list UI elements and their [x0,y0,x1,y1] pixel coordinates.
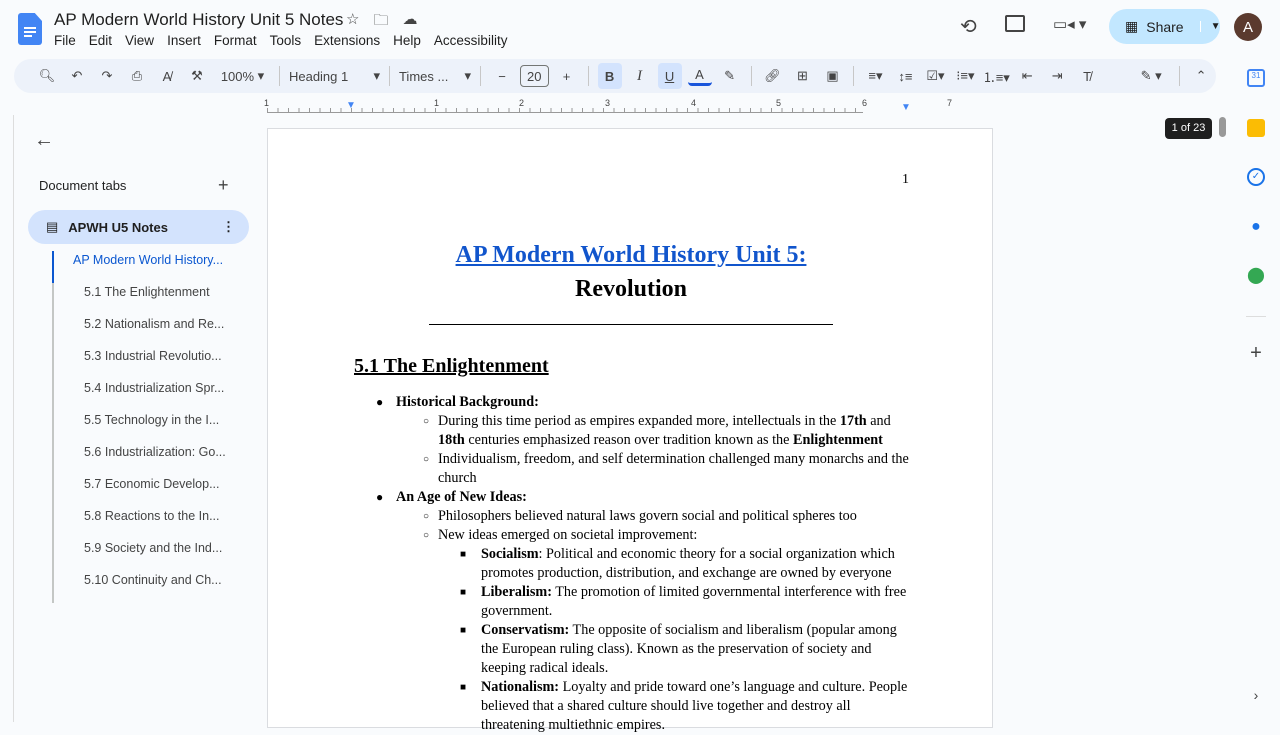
outline-item[interactable]: 5.1 The Enlightenment [54,283,252,315]
horizontal-ruler[interactable]: 1 1 2 3 4 5 6 7 ▼ ▼ [255,96,995,114]
align-center-icon[interactable]: ≡▾ [863,63,887,89]
outline-item[interactable]: 5.3 Industrial Revolutio... [54,347,252,379]
add-comment-icon[interactable]: ⊞ [790,63,814,89]
redo-icon[interactable]: ↷ [95,63,119,89]
font-select[interactable]: Times ... ▾ [399,63,471,89]
search-menus-icon[interactable]: 🔍︎ [35,63,59,89]
contacts-icon[interactable]: ● [1247,218,1265,236]
maps-icon[interactable]: ⬤ [1247,267,1265,285]
docs-logo[interactable] [18,13,42,45]
star-icon[interactable]: ☆ [346,10,359,35]
paint-format-icon[interactable]: ⚒ [185,63,209,89]
document-title[interactable]: AP Modern World History Unit 5 Notes [54,10,343,30]
text-color-button[interactable]: A [687,66,712,86]
document-body: ● Historical Background: ○ During this tim… [376,394,909,733]
highlight-icon[interactable]: ✎ [718,63,742,89]
back-arrow-icon[interactable]: ← [34,129,54,152]
document-page[interactable]: 1 AP Modern World History Unit 5: Revolu… [267,128,994,733]
outline-item[interactable]: 5.7 Economic Develop... [54,475,252,507]
share-dropdown-icon[interactable]: ▼ [1199,21,1221,32]
side-panel: 31 ✓ ● ⬤ + › [1232,60,1280,722]
cloud-saved-icon[interactable]: ☁ [402,10,417,35]
tasks-icon[interactable]: ✓ [1247,168,1265,186]
move-folder-icon[interactable]: 🗀 [373,10,388,35]
share-button[interactable]: ▦ Share ▼ [1109,9,1221,44]
document-icon: ▤ [46,219,59,234]
page-number: 1 [902,172,909,187]
building-icon: ▦ [1125,18,1139,34]
outline-item[interactable]: AP Modern World History... [52,251,252,283]
menu-bar: File Edit View Insert Format Tools Extensions H… [54,33,507,48]
page-indicator: 1 of 23 [1165,118,1212,139]
menu-format[interactable]: Format [214,33,257,48]
left-indent-marker[interactable]: ▼ [346,100,356,111]
insert-image-icon[interactable]: ▣ [820,63,844,89]
clear-formatting-icon[interactable]: T̸ [1075,63,1099,89]
show-side-panel-icon[interactable]: › [1247,687,1265,705]
underline-button[interactable]: U [657,63,682,89]
avatar[interactable]: A [1234,13,1262,41]
more-options-icon[interactable]: ⋮ [222,219,235,235]
checklist-icon[interactable]: ☑▾ [923,63,947,89]
outline-item[interactable]: 5.6 Industrialization: Go... [54,443,252,475]
italic-button[interactable]: I [628,63,652,89]
font-size-input[interactable]: 20 [520,65,549,87]
right-indent-marker[interactable]: ▼ [901,102,911,113]
horizontal-rule [429,324,833,325]
heading-enlightenment: 5.1 The Enlightenment [354,355,549,377]
document-tabs-header: Document tabs [39,178,127,193]
document-tabs-sidebar: ← Document tabs + ▤ APWH U5 Notes ⋮ AP Mod… [14,115,266,722]
menu-file[interactable]: File [54,33,76,48]
comments-icon[interactable] [1005,15,1025,32]
title-line-1[interactable]: AP Modern World History Unit 5: [268,242,994,269]
editing-mode-icon[interactable]: ✎ ▾ [1132,63,1170,89]
tab-apwh-u5-notes[interactable]: ▤ APWH U5 Notes ⋮ [28,210,249,244]
decrease-indent-icon[interactable]: ⇤ [1015,63,1039,89]
document-outline: AP Modern World History... 5.1 The Enlig… [52,251,252,603]
outline-item[interactable]: 5.8 Reactions to the In... [54,507,252,539]
keep-icon[interactable] [1247,119,1265,137]
menu-view[interactable]: View [125,33,154,48]
print-icon[interactable]: ⎙ [125,63,149,89]
link-icon[interactable]: 🔗︎ [760,63,784,89]
line-spacing-icon[interactable]: ↕≡ [893,63,917,89]
zoom-select[interactable]: 100% ▾ [215,63,270,89]
collapse-toolbar-icon[interactable]: ⌃ [1189,63,1213,89]
outline-item[interactable]: 5.10 Continuity and Ch... [54,571,252,603]
version-history-icon[interactable]: ⟲ [960,14,977,39]
bold-button[interactable]: B [597,63,622,89]
spellcheck-icon[interactable]: A̸ [155,63,179,89]
menu-insert[interactable]: Insert [167,33,201,48]
outline-item[interactable]: 5.4 Industrialization Spr... [54,379,252,411]
increase-indent-icon[interactable]: ⇥ [1045,63,1069,89]
outline-item[interactable]: 5.2 Nationalism and Re... [54,315,252,347]
title-line-2: Revolution [574,276,687,302]
scrollbar-thumb[interactable] [1219,117,1226,137]
menu-tools[interactable]: Tools [270,33,302,48]
undo-icon[interactable]: ↶ [65,63,89,89]
bulleted-list-icon[interactable]: ⁝≡▾ [953,63,977,89]
numbered-list-icon[interactable]: ⒈≡▾ [983,63,1010,89]
outline-item[interactable]: 5.5 Technology in the I... [54,411,252,443]
get-addons-icon[interactable]: + [1247,343,1265,363]
calendar-icon[interactable]: 31 [1247,69,1265,87]
toolbar: 🔍︎ ↶ ↷ ⎙ A̸ ⚒ 100% ▾ Heading 1 ▾ Times ..… [14,59,1216,93]
vertical-ruler[interactable] [0,115,14,722]
add-tab-icon[interactable]: + [218,175,229,196]
increase-font-size-button[interactable]: + [555,63,579,89]
outline-item[interactable]: 5.9 Society and the Ind... [54,539,252,571]
style-select[interactable]: Heading 1 ▾ [289,63,380,89]
menu-help[interactable]: Help [393,33,421,48]
menu-extensions[interactable]: Extensions [314,33,380,48]
menu-edit[interactable]: Edit [89,33,112,48]
decrease-font-size-button[interactable]: − [490,63,514,89]
menu-accessibility[interactable]: Accessibility [434,33,508,48]
meet-icon[interactable]: ▭◂ ▾ [1053,15,1086,33]
